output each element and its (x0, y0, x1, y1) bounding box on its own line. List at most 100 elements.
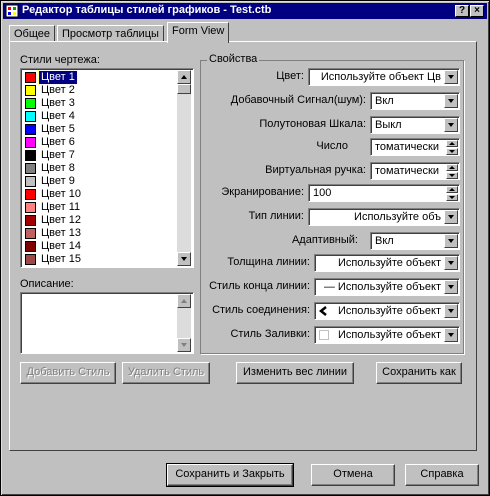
grayscale-label: Полутоновая Шкала: (259, 118, 366, 130)
dither-dropdown[interactable]: Вкл (370, 92, 460, 110)
properties-title: Свойства (207, 53, 260, 65)
scroll-down-button[interactable] (177, 252, 191, 266)
dither-label: Добавочный Сигнал(шум): (230, 94, 366, 106)
list-item-label: Цвет 8 (41, 162, 75, 174)
list-item[interactable]: Цвет 14 (23, 240, 173, 253)
list-item-label: Цвет 3 (41, 97, 75, 109)
dither-dropdown-button[interactable] (444, 94, 458, 108)
list-item[interactable]: Цвет 13 (23, 227, 173, 240)
plot-style-editor-window: Редактор таблицы стилей графиков - Test.… (0, 0, 490, 496)
fill-style-dropdown[interactable]: Используйте объект (314, 326, 460, 344)
list-item[interactable]: Цвет 7 (23, 149, 173, 162)
cancel-button[interactable]: Отмена (311, 464, 395, 486)
line-join-style-dropdown[interactable]: Используйте объект (314, 302, 460, 320)
scroll-up-button[interactable] (177, 70, 191, 84)
linetype-dropdown[interactable]: Используйте объ (308, 208, 460, 226)
color-swatch-icon (25, 124, 36, 135)
list-item-label: Цвет 2 (41, 84, 75, 96)
description-textarea[interactable] (20, 292, 194, 354)
lineweight-value: Используйте объект (337, 257, 441, 269)
list-item[interactable]: Цвет 2 (23, 84, 173, 97)
arrow-down-icon (449, 174, 455, 177)
list-item[interactable]: Цвет 11 (23, 201, 173, 214)
color-swatch-icon (25, 254, 36, 265)
chevron-down-icon (448, 333, 454, 337)
color-swatch-icon (25, 150, 36, 161)
pen-spin-down[interactable] (446, 148, 458, 155)
vpen-spin-up[interactable] (446, 164, 458, 171)
virtual-pen-field[interactable]: томатически (370, 162, 460, 180)
list-item[interactable]: Цвет 10 (23, 188, 173, 201)
delete-style-button[interactable]: Удалить Стиль (122, 362, 210, 384)
lineweight-dropdown[interactable]: Используйте объект (314, 254, 460, 272)
description-label: Описание: (20, 278, 74, 290)
line-join-icon (319, 306, 327, 316)
line-join-style-label: Стиль соединения: (212, 304, 310, 316)
help-button[interactable]: Справка (405, 464, 479, 486)
screening-spin-up[interactable] (446, 186, 458, 193)
lineweight-label: Толщина линии: (227, 256, 310, 268)
app-icon (5, 4, 19, 18)
vpen-spin-down[interactable] (446, 172, 458, 179)
chevron-down-icon (448, 123, 454, 127)
chevron-down-icon (448, 75, 454, 79)
save-and-close-button[interactable]: Сохранить и Закрыть (166, 463, 294, 487)
screening-field[interactable]: 100 (308, 184, 460, 202)
adaptive-dropdown[interactable]: Вкл (370, 232, 460, 250)
lineweight-dropdown-button[interactable] (444, 256, 458, 270)
list-item-label: Цвет 14 (41, 240, 81, 252)
virtual-pen-value: томатически (375, 165, 439, 177)
list-item[interactable]: Цвет 5 (23, 123, 173, 136)
line-join-dropdown-button[interactable] (444, 304, 458, 318)
arrow-up-icon (181, 299, 187, 303)
line-end-style-dropdown[interactable]: — Используйте объект (314, 278, 460, 296)
line-end-style-label: Стиль конца линии: (209, 280, 310, 292)
desc-scroll-down-button[interactable] (177, 338, 191, 352)
close-title-button[interactable]: × (470, 5, 484, 17)
color-swatch-icon (25, 98, 36, 109)
fill-dropdown-button[interactable] (444, 328, 458, 342)
chevron-down-icon (448, 215, 454, 219)
line-end-dropdown-button[interactable] (444, 280, 458, 294)
color-dropdown[interactable]: Используйте объект Цв (308, 68, 460, 86)
list-item-label: Цвет 15 (41, 253, 81, 265)
screening-label: Экранирование: (221, 186, 304, 198)
desc-scroll-up-button[interactable] (177, 294, 191, 308)
grayscale-value: Выкл (375, 119, 402, 131)
pen-number-field[interactable]: томатически (370, 138, 460, 156)
color-dropdown-button[interactable] (444, 70, 458, 84)
linetype-dropdown-button[interactable] (444, 210, 458, 224)
adaptive-label: Адаптивный: (291, 234, 358, 246)
line-end-style-value: — Используйте объект (323, 281, 441, 293)
arrow-down-icon (181, 343, 187, 347)
plot-styles-list[interactable]: Цвет 1 Цвет 2 Цвет 3 Цвет 4 Цвет 5 Цвет 6 Цвет… (20, 68, 194, 268)
edit-lineweights-button[interactable]: Изменить вес линии (236, 362, 354, 384)
screening-spin-down[interactable] (446, 194, 458, 201)
arrow-down-icon (181, 257, 187, 261)
list-item[interactable]: Цвет 9 (23, 175, 173, 188)
scroll-thumb[interactable] (177, 84, 191, 94)
description-scrollbar[interactable] (177, 294, 191, 352)
list-item[interactable]: Цвет 3 (23, 97, 173, 110)
pen-number-value: томатически (375, 141, 439, 153)
linetype-label: Тип линии: (248, 210, 304, 222)
arrow-down-icon (449, 150, 455, 153)
list-item[interactable]: Цвет 8 (23, 162, 173, 175)
help-title-button[interactable]: ? (455, 5, 469, 17)
list-item[interactable]: Цвет 12 (23, 214, 173, 227)
add-style-button[interactable]: Добавить Стиль (20, 362, 116, 384)
tab-form-view[interactable]: Form View (167, 22, 230, 43)
list-item[interactable]: Цвет 15 (23, 253, 173, 266)
list-item[interactable]: Цвет 4 (23, 110, 173, 123)
grayscale-dropdown[interactable]: Выкл (370, 116, 460, 134)
plot-styles-scrollbar[interactable] (177, 70, 191, 266)
color-label: Цвет: (276, 70, 304, 82)
title-bar[interactable]: Редактор таблицы стилей графиков - Test.… (3, 3, 487, 19)
save-as-button[interactable]: Сохранить как (376, 362, 462, 384)
grayscale-dropdown-button[interactable] (444, 118, 458, 132)
list-item[interactable]: Цвет 6 (23, 136, 173, 149)
arrow-up-icon (449, 142, 455, 145)
adaptive-dropdown-button[interactable] (444, 234, 458, 248)
list-item[interactable]: Цвет 1 (23, 70, 173, 85)
pen-spin-up[interactable] (446, 140, 458, 147)
